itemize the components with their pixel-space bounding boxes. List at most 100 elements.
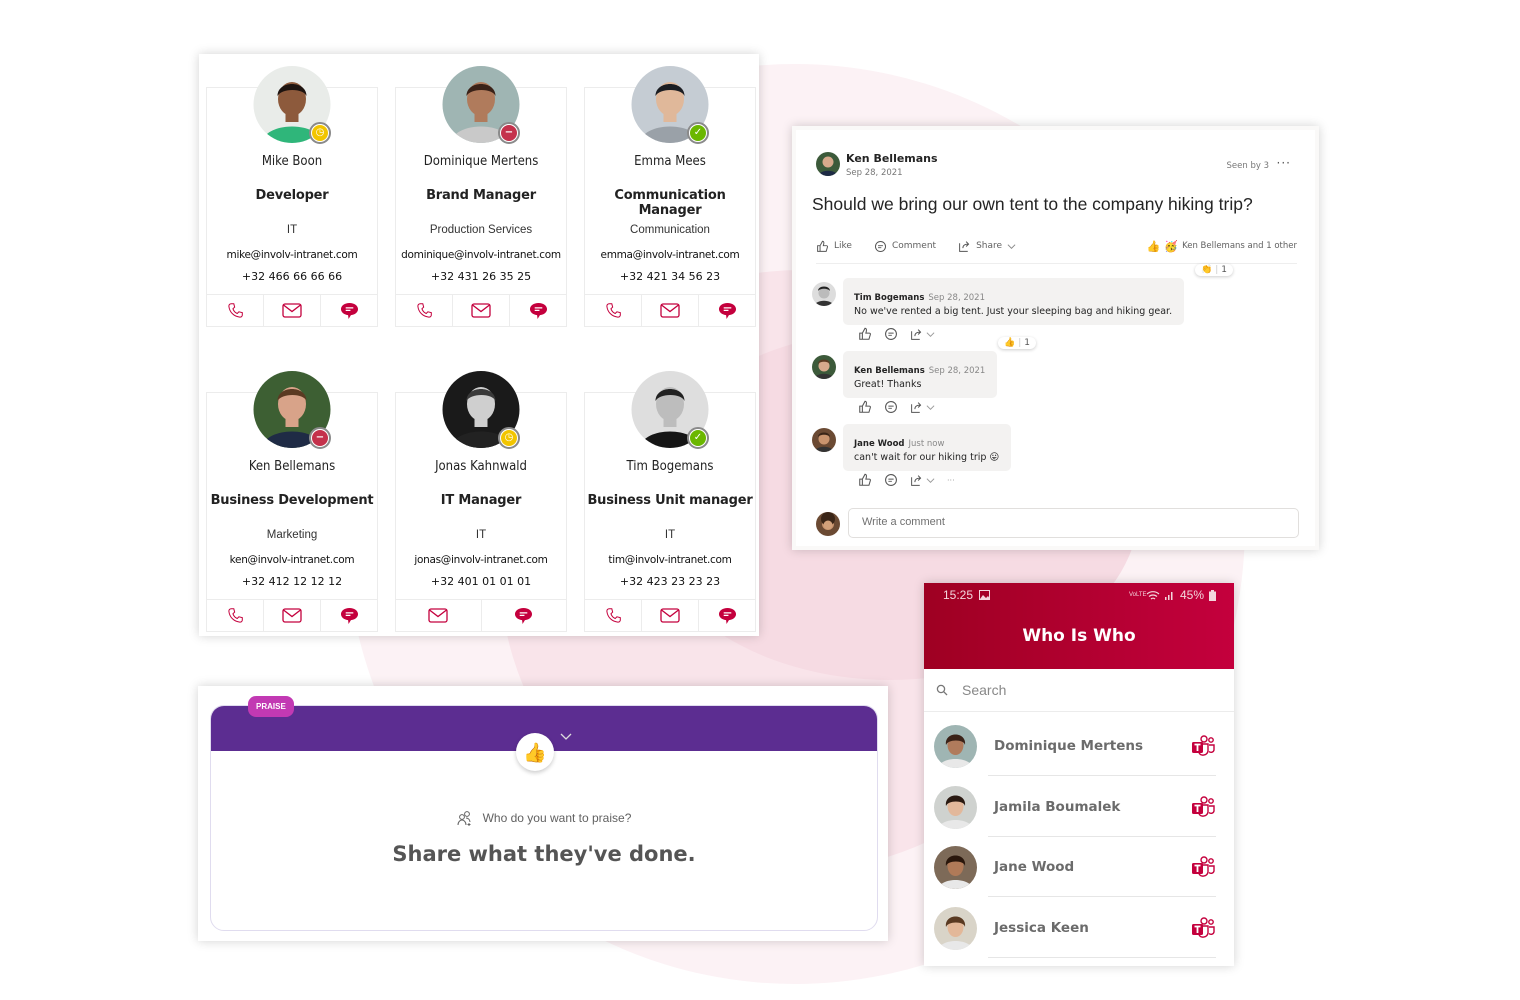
person-email[interactable]: jonas@involv-intranet.com: [396, 554, 566, 566]
person-name[interactable]: Dominique Mertens: [396, 154, 566, 169]
share-comment-button[interactable]: [910, 401, 935, 414]
teams-icon: [1192, 916, 1215, 938]
chat-button[interactable]: [321, 295, 377, 326]
person-email[interactable]: mike@involv-intranet.com: [207, 249, 377, 261]
mail-button[interactable]: [264, 600, 321, 631]
person-name[interactable]: Jonas Kahnwald: [396, 459, 566, 474]
person-phone[interactable]: +32 431 26 35 25: [396, 270, 566, 283]
person-name: Jane Wood: [994, 859, 1075, 875]
more-options-icon[interactable]: ···: [947, 476, 955, 485]
chat-button[interactable]: [482, 600, 567, 631]
teams-chat-button[interactable]: [1191, 735, 1215, 761]
chevron-down-icon[interactable]: [560, 730, 572, 742]
person-list-item[interactable]: Jessica Keen: [924, 906, 1234, 967]
like-icon[interactable]: [858, 327, 872, 341]
search-input[interactable]: Search: [924, 669, 1234, 712]
person-email[interactable]: ken@involv-intranet.com: [207, 554, 377, 566]
more-options-button[interactable]: ···: [1277, 156, 1291, 170]
phone-button[interactable]: [207, 600, 264, 631]
chat-button[interactable]: [321, 600, 377, 631]
chat-button[interactable]: [510, 295, 566, 326]
person-card: − Ken Bellemans Business Development Mar…: [206, 371, 378, 632]
person-name[interactable]: Mike Boon: [207, 154, 377, 169]
teams-chat-button[interactable]: [1191, 795, 1215, 822]
person-phone[interactable]: +32 412 12 12 12: [207, 575, 377, 588]
person-phone[interactable]: +32 466 66 66 66: [207, 270, 377, 283]
person-name: Jessica Keen: [994, 919, 1089, 936]
praise-recipient-picker[interactable]: Who do you want to praise?: [211, 810, 877, 826]
person-email[interactable]: emma@involv-intranet.com: [585, 249, 755, 261]
phone-button[interactable]: [585, 600, 642, 631]
signal-icon: [1164, 592, 1173, 600]
person-list-item[interactable]: Jane Wood: [924, 846, 1234, 906]
phone-button[interactable]: [585, 295, 642, 326]
chat-icon: [340, 302, 358, 319]
reply-icon[interactable]: [884, 327, 898, 341]
teams-chat-button[interactable]: [1191, 916, 1215, 943]
mail-button[interactable]: [642, 295, 699, 326]
reactions-summary[interactable]: 👍 🥳 Ken Bellemans and 1 other: [1147, 240, 1297, 253]
person-list-item[interactable]: Jamila Boumalek: [924, 785, 1234, 846]
thumbs-up-emoji-icon: 👍: [1146, 239, 1161, 253]
share-comment-button[interactable]: [910, 474, 935, 487]
mail-button[interactable]: [453, 295, 510, 326]
praise-message-input[interactable]: Share what they've done.: [211, 842, 877, 866]
reply-icon[interactable]: [884, 473, 898, 487]
praise-badge-selector[interactable]: 👍: [516, 733, 554, 771]
chat-button[interactable]: [699, 600, 755, 631]
phone-icon: [227, 608, 243, 623]
post-author[interactable]: Ken Bellemans: [846, 152, 938, 165]
mobile-who-is-who: 15:25 VoLTE 45% Who Is Who Search Domini…: [924, 583, 1234, 966]
like-button[interactable]: Like: [816, 240, 852, 253]
mail-button[interactable]: [264, 295, 321, 326]
divider: [988, 835, 1216, 837]
person-list-item[interactable]: Dominique Mertens: [924, 725, 1234, 785]
chat-icon: [529, 302, 547, 319]
commenter-avatar[interactable]: [812, 355, 836, 379]
mail-button[interactable]: [396, 600, 482, 631]
chevron-down-icon: [926, 477, 935, 483]
share-button[interactable]: Share: [958, 240, 1016, 253]
teams-chat-button[interactable]: [1191, 856, 1215, 882]
like-icon[interactable]: [858, 473, 872, 487]
comment-author[interactable]: Ken Bellemans: [854, 366, 925, 376]
person-name[interactable]: Emma Mees: [585, 154, 755, 169]
person-role: Developer: [255, 188, 329, 203]
author-avatar[interactable]: [816, 152, 840, 176]
reply-icon[interactable]: [884, 400, 898, 414]
seen-by[interactable]: Seen by 3: [1227, 161, 1269, 171]
person-phone[interactable]: +32 401 01 01 01: [396, 575, 566, 588]
commenter-avatar[interactable]: [812, 428, 836, 452]
comment-button[interactable]: Comment: [874, 240, 936, 253]
like-icon[interactable]: [858, 400, 872, 414]
person-role: Business Development: [210, 493, 374, 508]
person-name[interactable]: Ken Bellemans: [207, 459, 377, 474]
presence-status-available: ✓: [687, 427, 709, 449]
write-comment-input[interactable]: Write a comment: [848, 508, 1299, 538]
contact-actions: [585, 294, 755, 326]
comment-bubble: Ken Bellemans Sep 28, 2021 Great! Thanks …: [843, 337, 1036, 398]
reaction-count-pill[interactable]: 👏 | 1: [1195, 264, 1233, 276]
share-comment-button[interactable]: [910, 328, 935, 341]
mail-icon: [282, 303, 302, 318]
chat-icon: [718, 607, 736, 624]
wifi-icon: [1146, 590, 1160, 600]
teams-icon: [1192, 735, 1215, 756]
mail-button[interactable]: [642, 600, 699, 631]
commenter-avatar[interactable]: [812, 282, 836, 306]
phone-button[interactable]: [207, 295, 264, 326]
reaction-emoji-icon: 👍: [1004, 338, 1016, 348]
person-phone[interactable]: +32 423 23 23 23: [585, 575, 755, 588]
chat-icon: [515, 607, 533, 624]
reaction-count-pill[interactable]: 👍 | 1: [998, 337, 1036, 349]
person-avatar: [934, 906, 977, 950]
phone-button[interactable]: [396, 295, 453, 326]
chat-button[interactable]: [699, 295, 755, 326]
person-email[interactable]: tim@involv-intranet.com: [585, 554, 755, 566]
comment-author[interactable]: Tim Bogemans: [854, 293, 924, 303]
person-email[interactable]: dominique@involv-intranet.com: [396, 249, 566, 261]
mail-icon: [471, 303, 491, 318]
person-name[interactable]: Tim Bogemans: [585, 459, 755, 474]
person-phone[interactable]: +32 421 34 56 23: [585, 270, 755, 283]
comment-author[interactable]: Jane Wood: [854, 439, 905, 449]
